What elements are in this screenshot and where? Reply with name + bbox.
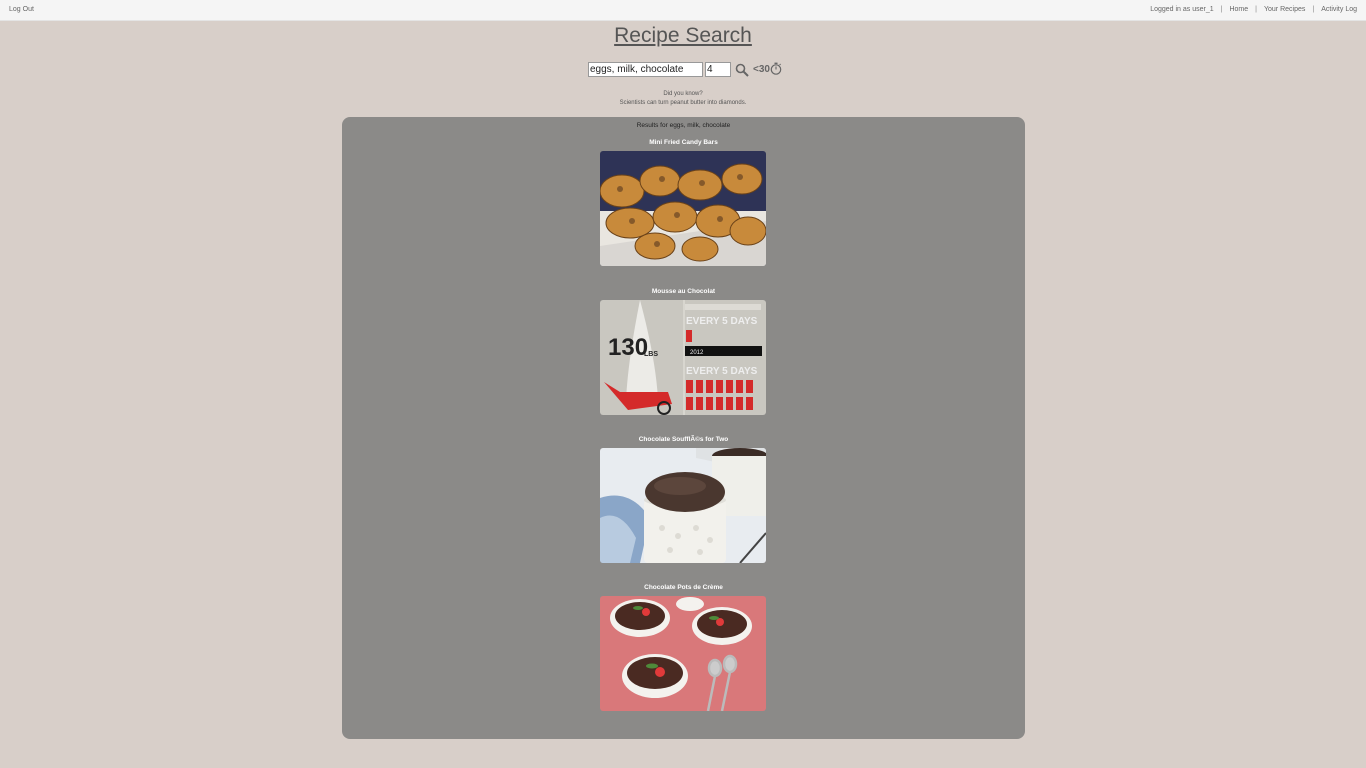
nav-separator: | bbox=[1255, 6, 1257, 13]
fun-fact-text: Scientists can turn peanut butter into d… bbox=[619, 100, 747, 106]
results-panel: Results for eggs, milk, chocolate Mini F… bbox=[342, 117, 1025, 739]
ingredients-input[interactable] bbox=[588, 62, 703, 77]
recipe-image[interactable] bbox=[600, 448, 766, 563]
fun-fact-heading: Did you know? bbox=[663, 91, 703, 97]
recipe-image[interactable]: 130 LBS EVERY 5 DAYS 2012 EVERY 5 DAYS bbox=[600, 300, 766, 415]
logout-link[interactable]: Log Out bbox=[9, 6, 34, 13]
recipe-title[interactable]: Chocolate Pots de Crème bbox=[342, 584, 1025, 591]
page-title[interactable]: Recipe Search bbox=[0, 24, 1366, 48]
quick-recipe-filter-button[interactable]: <30 bbox=[753, 62, 782, 78]
top-nav: Logged in as user_1 | Home | Your Recipe… bbox=[1150, 6, 1357, 13]
home-link[interactable]: Home bbox=[1229, 6, 1248, 13]
activity-log-link[interactable]: Activity Log bbox=[1321, 6, 1357, 13]
recipe-image[interactable] bbox=[600, 151, 766, 266]
infographic-weight: 130 bbox=[608, 334, 648, 361]
timer-label: <30 bbox=[753, 64, 770, 75]
nav-separator: | bbox=[1312, 6, 1315, 13]
search-icon[interactable] bbox=[735, 63, 749, 77]
recipe-title[interactable]: Mousse au Chocolat bbox=[342, 288, 1025, 295]
logged-in-label: Logged in as user_1 bbox=[1150, 6, 1214, 13]
results-heading: Results for eggs, milk, chocolate bbox=[636, 122, 731, 129]
fun-fact: Did you know? Scientists can turn peanut… bbox=[0, 90, 1366, 108]
infographic-year: 2012 bbox=[690, 350, 704, 356]
search-bar: <30 bbox=[588, 62, 782, 77]
infographic-line-1: EVERY 5 DAYS bbox=[686, 316, 758, 327]
stopwatch-icon bbox=[770, 62, 782, 78]
your-recipes-link[interactable]: Your Recipes bbox=[1264, 6, 1305, 13]
recipe-card[interactable]: Mousse au Chocolat 130 LBS EVERY 5 DAYS … bbox=[342, 288, 1025, 415]
recipe-title[interactable]: Mini Fried Candy Bars bbox=[342, 139, 1025, 146]
nav-separator: | bbox=[1220, 6, 1223, 13]
top-bar: Log Out Logged in as user_1 | Home | You… bbox=[0, 0, 1366, 21]
recipe-card[interactable]: Chocolate Pots de Crème bbox=[342, 584, 1025, 711]
recipe-card[interactable]: Mini Fried Candy Bars bbox=[342, 139, 1025, 266]
recipe-title[interactable]: Chocolate SoufflÃ©s for Two bbox=[342, 436, 1025, 443]
infographic-unit: LBS bbox=[644, 351, 658, 358]
infographic-line-2: EVERY 5 DAYS bbox=[686, 366, 758, 377]
result-count-input[interactable] bbox=[705, 62, 731, 77]
recipe-image[interactable] bbox=[600, 596, 766, 711]
recipe-card[interactable]: Chocolate SoufflÃ©s for Two bbox=[342, 436, 1025, 563]
